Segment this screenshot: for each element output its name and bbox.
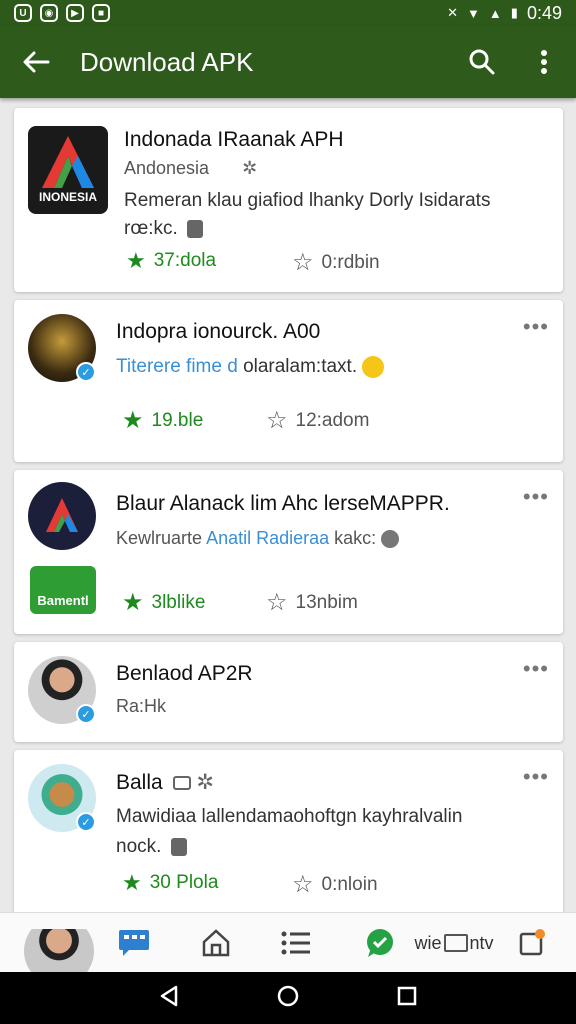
notification-icon: U <box>14 4 32 22</box>
chat-icon <box>119 930 149 956</box>
favorite[interactable]: ☆ 0:rdbin <box>292 248 380 277</box>
rating[interactable]: ★ 30 Plola <box>122 870 218 896</box>
search-button[interactable] <box>466 46 498 78</box>
smiley-icon <box>362 356 385 378</box>
star-outline-icon: ☆ <box>292 871 314 898</box>
list-icon <box>281 931 310 955</box>
square-recents-icon <box>397 986 417 1005</box>
more-options-button[interactable]: ••• <box>523 656 549 682</box>
star-filled-icon: ★ <box>122 407 144 434</box>
gear-icon: ✲ <box>196 771 214 794</box>
system-icons: ✕ ▼ ▲ ▮ 0:49 <box>447 3 562 24</box>
screen-icon <box>443 934 468 952</box>
star-outline-icon: ☆ <box>292 249 314 276</box>
notification-icon <box>519 929 545 956</box>
chat-icon <box>172 776 191 791</box>
wifi-icon: ▼ <box>467 5 481 21</box>
app-description-line2: rœ:kc. <box>124 218 204 240</box>
app-title: Blaur Alanack lim Ahc lerseMAPPR. <box>116 492 450 515</box>
signal-icon: ▲ <box>488 5 503 21</box>
favorite[interactable]: ☆ 12:adom <box>266 406 369 435</box>
avatar <box>24 929 94 973</box>
more-options-button[interactable]: ••• <box>523 314 549 340</box>
rating[interactable]: ★ 37:dola <box>126 248 216 274</box>
app-link[interactable]: Titerere fime d <box>116 356 238 377</box>
star-outline-icon: ☆ <box>266 407 288 434</box>
status-time: 0:49 <box>526 2 562 23</box>
a-logo-icon <box>46 498 78 532</box>
app-title: Indonada IRaanak APH <box>124 128 344 151</box>
nav-home-button[interactable] <box>276 984 300 1013</box>
app-badge: Bamentl <box>30 566 96 614</box>
app-description-line2: nock. <box>116 836 187 858</box>
tab-home[interactable] <box>196 923 236 963</box>
more-options-button[interactable]: ••• <box>523 764 549 790</box>
lock-icon <box>170 837 187 856</box>
app-logo: INONESIA <box>28 126 108 214</box>
star-filled-icon: ★ <box>126 248 146 273</box>
whatsapp-icon <box>367 929 393 957</box>
tab-whatsapp[interactable] <box>360 923 400 963</box>
lock-icon <box>187 219 204 238</box>
star-filled-icon: ★ <box>122 870 142 895</box>
app-title: Indopra ionourck. A00 <box>116 320 321 343</box>
notification-icons: U ◉ ▶ ■ <box>14 4 110 22</box>
tab-notifications[interactable] <box>512 923 552 963</box>
apk-list: INONESIA Indonada IRaanak APH Andonesia … <box>14 108 563 928</box>
notification-icon: ◉ <box>40 4 58 22</box>
triangle-back-icon <box>160 985 178 1006</box>
tab-more[interactable]: wie ntv <box>404 923 504 963</box>
apk-card[interactable]: ✓ Balla ✲ ••• Mawidiaa lallendamaohoftgn… <box>14 750 563 920</box>
app-description: Remeran klau giafiod lhanky Dorly Isidar… <box>124 190 491 211</box>
app-link[interactable]: Anatil Radieraa <box>206 528 329 548</box>
favorite[interactable]: ☆ 13nbim <box>266 588 358 617</box>
star-filled-icon: ★ <box>122 589 144 616</box>
rating[interactable]: ★ 19.ble <box>122 406 203 435</box>
app-avatar <box>28 482 96 550</box>
back-button[interactable] <box>16 42 56 82</box>
apk-card[interactable]: ✓ Benlaod AP2R ••• Ra:Hk <box>14 642 563 742</box>
more-options-button[interactable]: ••• <box>523 484 549 510</box>
apk-card[interactable]: Blaur Alanack lim Ahc lerseMAPPR. ••• Ke… <box>14 470 563 634</box>
star-outline-icon: ☆ <box>266 589 288 616</box>
app-bar: Download APK <box>0 26 576 98</box>
verified-icon: ✓ <box>76 812 96 832</box>
apk-card[interactable]: ✓ Indopra ionourck. A00 ••• Titerere fim… <box>14 300 563 462</box>
nav-recents-button[interactable] <box>396 985 418 1012</box>
app-subtitle: Andonesia ✲ <box>124 158 258 178</box>
gear-icon: ✲ <box>242 158 258 178</box>
system-nav-bar <box>0 972 576 1024</box>
app-title: Balla ✲ <box>116 771 214 794</box>
bottom-tab-bar: wie ntv <box>0 912 576 973</box>
logo-text: INONESIA <box>38 190 97 204</box>
tab-list[interactable] <box>276 923 316 963</box>
page-title: Download APK <box>80 46 254 77</box>
app-title: Benlaod AP2R <box>116 662 253 685</box>
nav-back-button[interactable] <box>158 984 180 1013</box>
more-vert-icon <box>541 50 547 74</box>
bluetooth-icon: ✕ <box>447 5 460 20</box>
verified-icon: ✓ <box>76 362 96 382</box>
globe-icon <box>381 530 400 549</box>
verified-icon: ✓ <box>76 704 96 724</box>
app-description: Mawidiaa lallendamaohoftgn kayhralvalin <box>116 806 463 827</box>
home-icon <box>202 929 230 957</box>
app-description: Titerere fime d olaralam:taxt. <box>116 356 385 378</box>
circle-home-icon <box>277 985 299 1006</box>
battery-icon: ▮ <box>510 5 519 20</box>
app-subtitle: Kewlruarte Anatil Radieraa kakc: <box>116 528 400 549</box>
apk-card[interactable]: INONESIA Indonada IRaanak APH Andonesia … <box>14 108 563 292</box>
search-icon <box>469 49 495 75</box>
status-bar: U ◉ ▶ ■ ✕ ▼ ▲ ▮ 0:49 <box>0 0 576 26</box>
tab-feed[interactable] <box>114 923 154 963</box>
overflow-menu-button[interactable] <box>528 46 560 78</box>
app-subtitle: Ra:Hk <box>116 696 167 716</box>
arrow-left-icon <box>23 51 50 73</box>
tab-profile[interactable] <box>24 929 94 973</box>
notification-icon: ▶ <box>66 4 84 22</box>
favorite[interactable]: ☆ 0:nloin <box>292 870 378 899</box>
rating[interactable]: ★ 3lblike <box>122 588 205 617</box>
notification-icon: ■ <box>92 4 110 22</box>
